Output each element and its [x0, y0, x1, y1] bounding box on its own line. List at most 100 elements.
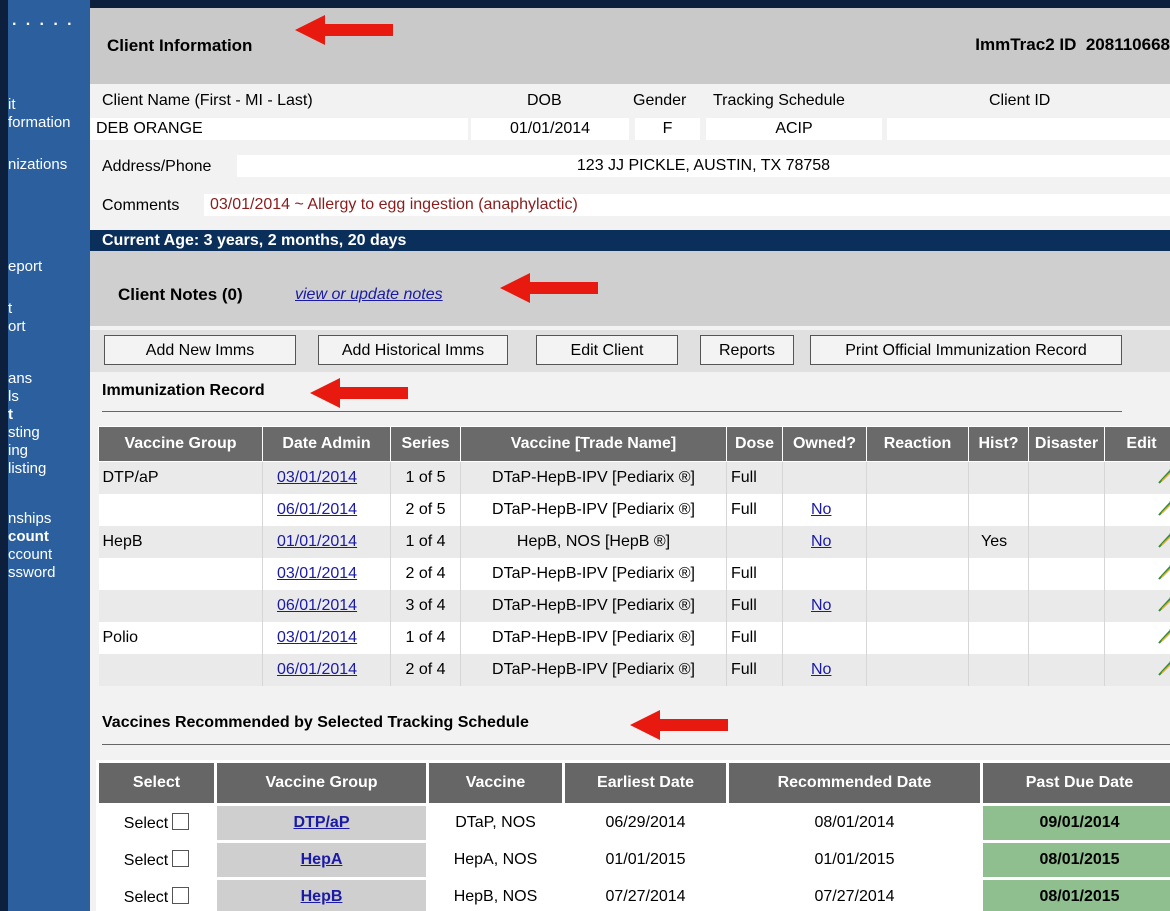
tracking-schedule-label: Tracking Schedule: [713, 92, 845, 109]
vaccine-group-link[interactable]: HepB: [301, 888, 343, 905]
reports-button[interactable]: Reports: [700, 335, 794, 365]
cell-disaster: [1028, 461, 1105, 494]
cell-vaccine: DTaP-HepB-IPV [Pediarix ®]: [460, 654, 727, 686]
cell-date: 03/01/2014: [262, 622, 391, 654]
cell-group: HepA: [214, 840, 429, 880]
sidebar-item[interactable]: ans: [8, 370, 90, 387]
date-admin-link[interactable]: 01/01/2014: [277, 533, 357, 550]
sidebar-dots: · · · · ·: [12, 16, 75, 33]
sidebar-item[interactable]: formation: [8, 114, 90, 131]
cell-text: DTP/aP: [102, 469, 159, 486]
date-admin-link[interactable]: 06/01/2014: [277, 661, 357, 678]
owned-link[interactable]: No: [811, 597, 831, 614]
table-row: 06/01/2014 2 of 4 DTaP-HepB-IPV [Pediarix …: [98, 654, 1170, 686]
client-notes-panel: Client Notes (0) view or update notes: [90, 251, 1170, 326]
client-info-header: Client Information ImmTrac2 ID 208110668: [90, 8, 1170, 84]
address-value: 123 JJ PICKLE, AUSTIN, TX 78758: [237, 155, 1170, 177]
column-header: Owned?: [782, 426, 867, 462]
column-header: Vaccine [Trade Name]: [460, 426, 727, 462]
edit-icon[interactable]: [1156, 595, 1170, 613]
select-label: Select: [123, 852, 169, 869]
date-admin-link[interactable]: 03/01/2014: [277, 629, 357, 646]
print-record-button[interactable]: Print Official Immunization Record: [810, 335, 1122, 365]
cell-reaction: [866, 494, 969, 526]
date-admin-link[interactable]: 06/01/2014: [277, 501, 357, 518]
owned-link[interactable]: No: [811, 533, 831, 550]
cell-select: Select: [96, 840, 217, 880]
vaccine-group-link[interactable]: HepA: [301, 851, 343, 868]
cell-dose: Full: [726, 654, 783, 686]
cell-owned: [782, 622, 867, 654]
sidebar-item[interactable]: sting: [8, 424, 90, 441]
cell-vaccine: DTaP, NOS: [426, 803, 565, 843]
cell-reaction: [866, 622, 969, 654]
select-checkbox[interactable]: [172, 850, 190, 867]
sidebar-item[interactable]: ort: [8, 318, 90, 335]
select-checkbox[interactable]: [172, 813, 190, 830]
select-label: Select: [123, 815, 169, 832]
sidebar-item[interactable]: nships: [8, 510, 90, 527]
column-header: Vaccine Group: [214, 760, 429, 806]
edit-icon[interactable]: [1156, 531, 1170, 549]
cell-reaction: [866, 590, 969, 622]
edit-client-button[interactable]: Edit Client: [536, 335, 678, 365]
cell-text: DTaP-HepB-IPV [Pediarix ®]: [492, 501, 695, 518]
owned-link[interactable]: No: [811, 661, 831, 678]
cell-owned: No: [782, 654, 867, 686]
immtrac-id-value: 208110668: [1085, 35, 1170, 54]
column-header: Dose: [726, 426, 783, 462]
view-notes-link[interactable]: view or update notes: [295, 286, 443, 304]
add-new-imms-button[interactable]: Add New Imms: [104, 335, 296, 365]
cell-recommended: 08/01/2014: [726, 803, 983, 843]
sidebar-item[interactable]: ing: [8, 442, 90, 459]
sidebar: · · · · · it formation nizations eport t ort a…: [8, 0, 90, 911]
vaccine-group-link[interactable]: DTP/aP: [293, 814, 349, 831]
cell-owned: No: [782, 494, 867, 526]
cell-reaction: [866, 558, 969, 590]
sidebar-item[interactable]: nizations: [8, 156, 90, 173]
sidebar-item[interactable]: t: [8, 406, 90, 423]
sidebar-item[interactable]: count: [8, 528, 90, 545]
cell-text: Full: [731, 661, 757, 678]
edit-icon[interactable]: [1156, 627, 1170, 645]
cell-disaster: [1028, 494, 1105, 526]
recommended-table: Select Vaccine Group Vaccine Earliest Date R…: [96, 760, 1170, 911]
sidebar-item[interactable]: ls: [8, 388, 90, 405]
cell-select: Select: [96, 877, 217, 911]
sidebar-item[interactable]: ccount: [8, 546, 90, 563]
cell-group: [98, 590, 263, 622]
cell-group: [98, 558, 263, 590]
main-panel: Client Information ImmTrac2 ID 208110668…: [90, 8, 1170, 911]
sidebar-item[interactable]: it: [8, 96, 90, 113]
cell-owned: No: [782, 526, 867, 558]
sidebar-item[interactable]: ssword: [8, 564, 90, 581]
sidebar-item[interactable]: listing: [8, 460, 90, 477]
red-arrow-icon: [630, 710, 728, 740]
select-checkbox[interactable]: [172, 887, 190, 904]
cell-text: 3 of 4: [405, 597, 446, 614]
edit-icon[interactable]: [1156, 659, 1170, 677]
cell-text: DTaP-HepB-IPV [Pediarix ®]: [492, 597, 695, 614]
date-admin-link[interactable]: 03/01/2014: [277, 469, 357, 486]
cell-date: 06/01/2014: [262, 494, 391, 526]
cell-vaccine: DTaP-HepB-IPV [Pediarix ®]: [460, 622, 727, 654]
sidebar-item[interactable]: eport: [8, 258, 90, 275]
date-admin-link[interactable]: 06/01/2014: [277, 597, 357, 614]
owned-link[interactable]: No: [811, 501, 831, 518]
sidebar-item[interactable]: t: [8, 300, 90, 317]
page-title: Client Information: [107, 36, 253, 55]
edit-icon[interactable]: [1156, 563, 1170, 581]
cell-vaccine: DTaP-HepB-IPV [Pediarix ®]: [460, 461, 727, 494]
cell-dose: Full: [726, 590, 783, 622]
edit-icon[interactable]: [1156, 499, 1170, 517]
cell-past-due: 08/01/2015: [980, 840, 1170, 880]
column-header: Reaction: [866, 426, 969, 462]
add-historical-imms-button[interactable]: Add Historical Imms: [318, 335, 508, 365]
gender-label: Gender: [633, 92, 687, 109]
cell-group: [98, 494, 263, 526]
cell-text: DTaP-HepB-IPV [Pediarix ®]: [492, 469, 695, 486]
cell-group: DTP/aP: [214, 803, 429, 843]
cell-past-due: 08/01/2015: [980, 877, 1170, 911]
edit-icon[interactable]: [1156, 467, 1170, 485]
date-admin-link[interactable]: 03/01/2014: [277, 565, 357, 582]
